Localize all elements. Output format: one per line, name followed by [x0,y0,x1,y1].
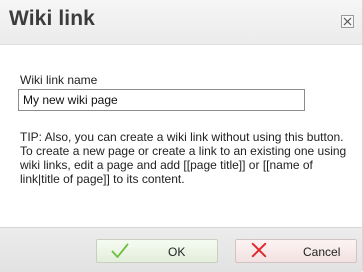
cancel-label: Cancel [303,245,341,259]
close-button[interactable] [341,15,354,28]
checkmark-icon [111,243,129,258]
wiki-link-name-input[interactable] [18,89,305,111]
ok-button[interactable]: OK [96,239,218,263]
dialog-titlebar: Wiki link [0,0,362,45]
wiki-link-dialog: Wiki link Wiki link name TIP: Also, you … [0,0,363,272]
cancel-button[interactable]: Cancel [235,239,357,263]
ok-label: OK [168,245,186,259]
close-icon [343,17,352,26]
tip-text: TIP: Also, you can create a wiki link wi… [20,130,347,186]
dialog-title: Wiki link [9,7,95,30]
wiki-link-name-label: Wiki link name [20,73,98,87]
x-icon [251,242,267,258]
dialog-footer: OK Cancel [0,227,362,272]
